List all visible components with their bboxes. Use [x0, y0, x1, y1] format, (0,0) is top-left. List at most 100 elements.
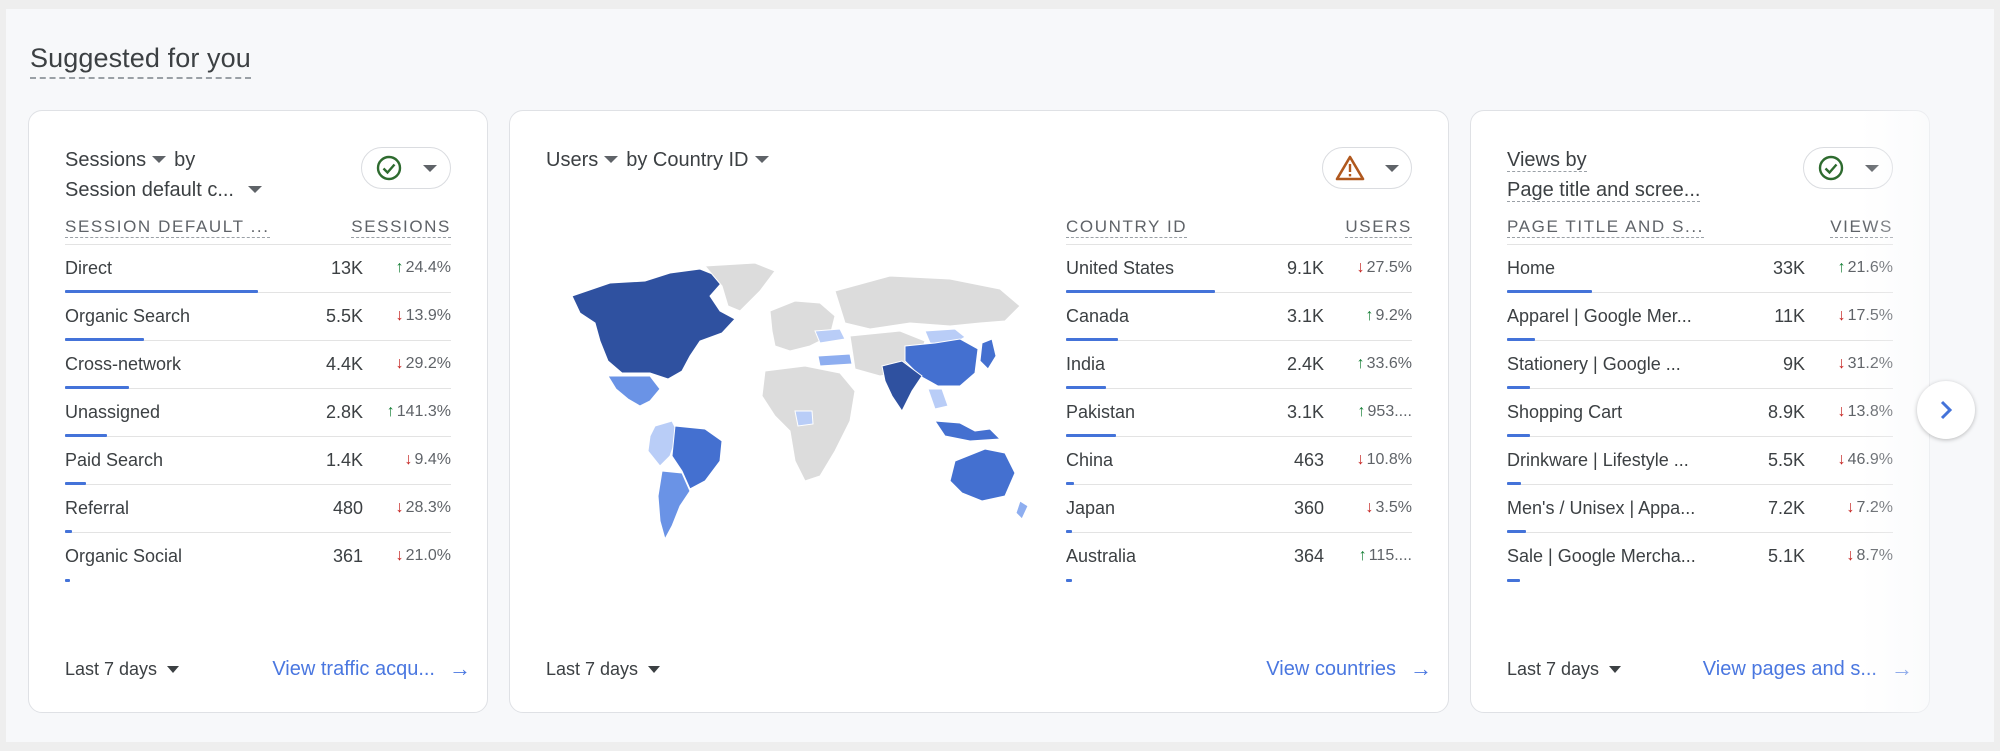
chevron-down-icon [1865, 164, 1879, 172]
table-header: COUNTRY ID USERS [1066, 211, 1412, 245]
map-region-southeast-asia[interactable] [927, 388, 949, 410]
table-row[interactable]: Drinkware | Lifestyle ... 5.5K ↓ 46.9% [1507, 437, 1893, 485]
map-region-north-america[interactable] [571, 268, 736, 380]
table-row[interactable]: Direct 13K ↑ 24.4% [65, 245, 451, 293]
change-percent: 3.5% [1375, 499, 1412, 516]
column-header-dimension[interactable]: SESSION DEFAULT ... [65, 217, 270, 238]
row-change: ↓ 28.3% [396, 499, 451, 517]
row-change: ↓ 8.7% [1847, 547, 1893, 565]
arrow-up-icon: ↑ [386, 403, 395, 420]
change-percent: 31.2% [1847, 355, 1893, 372]
dimension-selector[interactable]: Page title and scree... [1507, 179, 1701, 202]
row-change: ↓ 13.9% [396, 307, 451, 325]
map-region-nigeria[interactable] [794, 410, 814, 427]
row-change: ↓ 17.5% [1838, 307, 1893, 325]
row-value: 13K [330, 258, 363, 278]
change-percent: 17.5% [1847, 307, 1893, 324]
map-region-indonesia[interactable] [934, 420, 1002, 442]
view-pages-link[interactable]: View pages and s... → [1703, 656, 1913, 682]
change-percent: 21.0% [405, 547, 451, 564]
column-header-dimension[interactable]: PAGE TITLE AND S... [1507, 217, 1704, 238]
row-label: Men's / Unisex | Appa... [1507, 498, 1696, 518]
table-row[interactable]: Cross-network 4.4K ↓ 29.2% [65, 341, 451, 389]
row-change: ↓ 29.2% [396, 355, 451, 373]
map-region-europe[interactable] [769, 300, 836, 352]
table-row[interactable]: Organic Social 361 ↓ 21.0% [65, 533, 451, 582]
table-row[interactable]: Paid Search 1.4K ↓ 9.4% [65, 437, 451, 485]
status-dropdown[interactable] [1322, 147, 1412, 189]
change-percent: 115.... [1368, 547, 1412, 564]
row-value: 33K [1772, 258, 1805, 278]
metric-selector[interactable]: Sessions [65, 149, 174, 171]
chevron-down-icon [152, 156, 167, 164]
change-percent: 10.8% [1366, 451, 1412, 468]
table-row[interactable]: Stationery | Google ... 9K ↓ 31.2% [1507, 341, 1893, 389]
change-percent: 9.2% [1375, 307, 1412, 324]
column-header-metric[interactable]: USERS [1345, 217, 1412, 238]
column-header-metric[interactable]: VIEWS [1830, 217, 1893, 238]
table-row[interactable]: Canada 3.1K ↑ 9.2% [1066, 293, 1412, 341]
change-percent: 33.6% [1366, 355, 1412, 372]
row-change: ↑ 9.2% [1366, 307, 1412, 325]
table-row[interactable]: Unassigned 2.8K ↑ 141.3% [65, 389, 451, 437]
data-table: COUNTRY ID USERS United States 9.1K ↓ 27.5%… [1066, 211, 1412, 582]
world-map[interactable] [550, 261, 1030, 551]
map-region-russia[interactable] [834, 275, 1021, 330]
table-row[interactable]: Apparel | Google Mer... 11K ↓ 17.5% [1507, 293, 1893, 341]
row-value: 364 [1293, 546, 1324, 566]
card-sessions: Sessions by Session default c... SESSION … [28, 110, 488, 713]
map-region-mexico[interactable] [607, 375, 661, 407]
view-traffic-acquisition-link[interactable]: View traffic acqu... → [272, 656, 471, 682]
row-value: 8.9K [1767, 402, 1805, 422]
view-countries-link[interactable]: View countries → [1266, 656, 1432, 682]
row-value: 480 [332, 498, 363, 518]
row-value: 2.4K [1286, 354, 1324, 374]
row-label: Japan [1066, 498, 1116, 518]
status-dropdown[interactable] [361, 147, 451, 189]
table-row[interactable]: China 463 ↓ 10.8% [1066, 437, 1412, 485]
map-region-ukraine[interactable] [814, 328, 846, 344]
next-cards-button[interactable] [1917, 381, 1975, 439]
map-region-turkey[interactable] [817, 353, 853, 367]
table-row[interactable]: Sale | Google Mercha... 5.1K ↓ 8.7% [1507, 533, 1893, 582]
dimension-selector[interactable]: by Country ID [626, 149, 776, 171]
change-percent: 141.3% [396, 403, 451, 420]
table-row[interactable]: United States 9.1K ↓ 27.5% [1066, 245, 1412, 293]
table-row[interactable]: Pakistan 3.1K ↑ 953.... [1066, 389, 1412, 437]
status-dropdown[interactable] [1803, 147, 1893, 189]
column-header-dimension[interactable]: COUNTRY ID [1066, 217, 1188, 238]
map-region-japan-korea[interactable] [979, 338, 997, 370]
arrow-down-icon: ↓ [404, 451, 413, 468]
table-row[interactable]: Japan 360 ↓ 3.5% [1066, 485, 1412, 533]
date-range-dropdown[interactable]: Last 7 days [65, 659, 180, 680]
table-row[interactable]: Organic Search 5.5K ↓ 13.9% [65, 293, 451, 341]
date-range-dropdown[interactable]: Last 7 days [1507, 659, 1622, 680]
column-header-metric[interactable]: SESSIONS [351, 217, 451, 238]
row-change: ↓ 31.2% [1838, 355, 1893, 373]
row-value: 9.1K [1286, 258, 1324, 278]
date-range-dropdown[interactable]: Last 7 days [546, 659, 661, 680]
arrow-up-icon: ↑ [1365, 307, 1374, 324]
table-row[interactable]: Shopping Cart 8.9K ↓ 13.8% [1507, 389, 1893, 437]
map-region-argentina-chile[interactable] [657, 470, 691, 541]
table-row[interactable]: Home 33K ↑ 21.6% [1507, 245, 1893, 293]
metric-selector[interactable]: Users [546, 149, 626, 171]
change-percent: 953.... [1367, 403, 1412, 420]
metric-selector[interactable]: Views by [1507, 149, 1587, 172]
table-row[interactable]: Referral 480 ↓ 28.3% [65, 485, 451, 533]
share-bar [1507, 579, 1521, 582]
dimension-selector[interactable]: Session default c... [65, 179, 270, 201]
row-value: 361 [332, 546, 363, 566]
row-value: 11K [1774, 306, 1805, 326]
map-region-australia[interactable] [949, 448, 1016, 502]
chevron-down-icon [648, 665, 661, 673]
table-row[interactable]: Australia 364 ↑ 115.... [1066, 533, 1412, 582]
table-row[interactable]: India 2.4K ↑ 33.6% [1066, 341, 1412, 389]
table-row[interactable]: Men's / Unisex | Appa... 7.2K ↓ 7.2% [1507, 485, 1893, 533]
row-label: India [1066, 354, 1106, 374]
check-circle-icon [1818, 155, 1844, 181]
map-region-new-zealand[interactable] [1015, 500, 1029, 520]
row-change: ↑ 21.6% [1838, 259, 1893, 277]
chevron-down-icon [754, 156, 769, 164]
row-label: Paid Search [65, 450, 164, 470]
